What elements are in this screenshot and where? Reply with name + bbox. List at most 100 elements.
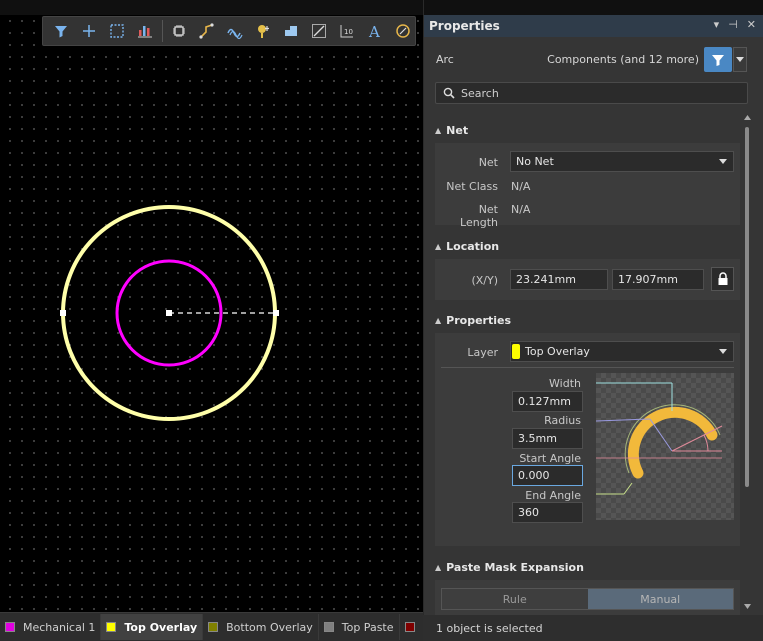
xy-label: (X/Y)	[471, 274, 498, 287]
close-icon[interactable]: ✕	[747, 18, 756, 31]
manual-option[interactable]: Manual	[587, 589, 733, 609]
pcb-drawing[interactable]	[0, 0, 423, 612]
arc-icon[interactable]	[390, 19, 415, 44]
layer-tab-label: Top Overlay	[124, 620, 198, 634]
left-handle	[60, 310, 66, 316]
text-icon[interactable]: A	[362, 19, 387, 44]
width-value: 0.127mm	[518, 395, 571, 408]
chevron-down-icon	[719, 349, 727, 354]
panel-title: Properties	[429, 19, 500, 33]
layer-color-swatch	[208, 622, 219, 632]
arc-diagram-drawing	[595, 382, 723, 495]
string-counter-icon[interactable]: 10	[334, 19, 359, 44]
properties-section-title: Properties	[446, 314, 511, 327]
lock-icon	[718, 272, 727, 285]
start-angle-input[interactable]: 0.000	[512, 465, 583, 486]
paste-mask-section-header[interactable]: ▲ Paste Mask Expansion	[435, 561, 584, 574]
pin-icon[interactable]: ⊣	[728, 18, 738, 31]
net-length-value: N/A	[511, 203, 531, 216]
properties-section-header[interactable]: ▲ Properties	[435, 314, 511, 327]
chart-icon[interactable]	[133, 19, 158, 44]
layer-tab[interactable]: Bottom Overlay	[203, 614, 319, 640]
end-angle-input[interactable]: 360	[512, 502, 583, 523]
route-icon[interactable]	[195, 19, 220, 44]
net-label: Net	[478, 156, 498, 169]
toolbar-separator	[161, 20, 163, 42]
layer-color-swatch	[106, 622, 117, 632]
scrollbar-thumb[interactable]	[745, 127, 749, 487]
x-coordinate-value: 23.241mm	[516, 273, 576, 286]
layer-tab[interactable]: Bott	[400, 614, 423, 640]
net-section-header[interactable]: ▲ Net	[435, 124, 468, 137]
filter-funnel-icon	[712, 54, 724, 66]
route-cross-icon[interactable]	[77, 19, 102, 44]
search-placeholder: Search	[461, 86, 499, 100]
layer-color-swatch	[404, 622, 415, 632]
layer-color-swatch	[323, 622, 334, 632]
place-pad-icon[interactable]	[250, 19, 275, 44]
selection-status: 1 object is selected	[436, 621, 543, 635]
polygon-icon[interactable]	[278, 19, 303, 44]
layer-tab-label: Top Paste	[341, 620, 394, 634]
filter-dropdown-button[interactable]	[733, 47, 747, 72]
search-input[interactable]: Search	[435, 82, 748, 104]
start-angle-value: 0.000	[518, 469, 550, 482]
layer-dropdown-value: Top Overlay	[525, 345, 590, 358]
center-handle	[166, 310, 172, 316]
pcb-canvas[interactable]: 10 A	[0, 0, 423, 612]
svg-text:10: 10	[344, 28, 353, 36]
arc-property-diagram	[595, 373, 734, 520]
location-section-title: Location	[446, 240, 500, 253]
filter-icon[interactable]	[49, 19, 74, 44]
layer-label: Layer	[467, 346, 498, 359]
layer-tab-label: Bottom Overlay	[226, 620, 313, 634]
search-icon	[443, 87, 455, 99]
layer-dropdown[interactable]: Top Overlay	[510, 341, 734, 362]
layer-color-swatch	[512, 344, 520, 359]
collapse-triangle-icon: ▲	[435, 126, 442, 135]
panel-top-strip	[424, 0, 763, 15]
status-bar: 1 object is selected	[423, 615, 763, 641]
svg-text:A: A	[368, 23, 380, 40]
layer-tab[interactable]: Mechanical 1	[0, 614, 102, 640]
layer-color-swatch	[5, 622, 15, 632]
select-rect-icon[interactable]	[105, 19, 130, 44]
net-dropdown[interactable]: No Net	[510, 151, 734, 172]
collapse-triangle-icon: ▲	[435, 316, 442, 325]
y-coordinate-value: 17.907mm	[618, 273, 678, 286]
panel-titlebar: Properties ▾ ⊣ ✕	[424, 15, 763, 37]
layer-tab[interactable]: Top Overlay	[101, 614, 204, 640]
active-bar-toolbar: 10 A	[42, 16, 416, 46]
radius-input[interactable]: 3.5mm	[512, 428, 583, 449]
width-label: Width	[549, 377, 581, 390]
layer-tabs: Mechanical 1 Top Overlay Bottom Overlay Top…	[0, 612, 423, 641]
component-icon[interactable]	[167, 19, 192, 44]
differential-icon[interactable]	[223, 19, 248, 44]
collapse-triangle-icon: ▲	[435, 242, 442, 251]
lock-button[interactable]	[711, 267, 734, 291]
location-section-header[interactable]: ▲ Location	[435, 240, 499, 253]
x-coordinate-input[interactable]: 23.241mm	[510, 269, 608, 290]
selection-filter-button[interactable]	[704, 47, 732, 72]
net-section-title: Net	[446, 124, 469, 137]
panel-menu-icon[interactable]: ▾	[714, 18, 720, 31]
net-length-label: Net Length	[460, 203, 498, 229]
selection-filter-label: Components (and 12 more)	[547, 53, 699, 66]
net-class-label: Net Class	[446, 180, 498, 193]
scroll-down-icon[interactable]	[743, 602, 751, 610]
layer-tab-label: Mechanical 1	[23, 620, 96, 634]
radius-value: 3.5mm	[518, 432, 557, 445]
radius-label: Radius	[544, 414, 581, 427]
right-handle	[273, 310, 279, 316]
chevron-down-icon	[719, 159, 727, 164]
paste-mask-section-title: Paste Mask Expansion	[446, 561, 584, 574]
chevron-down-icon	[736, 56, 744, 62]
rule-option[interactable]: Rule	[442, 589, 588, 609]
y-coordinate-input[interactable]: 17.907mm	[612, 269, 704, 290]
line-icon[interactable]	[306, 19, 331, 44]
scroll-up-icon[interactable]	[743, 113, 751, 121]
layer-divider	[441, 367, 734, 368]
paste-mask-mode-toggle: Rule Manual	[441, 588, 734, 610]
layer-tab[interactable]: Top Paste	[319, 614, 400, 640]
width-input[interactable]: 0.127mm	[512, 391, 583, 412]
